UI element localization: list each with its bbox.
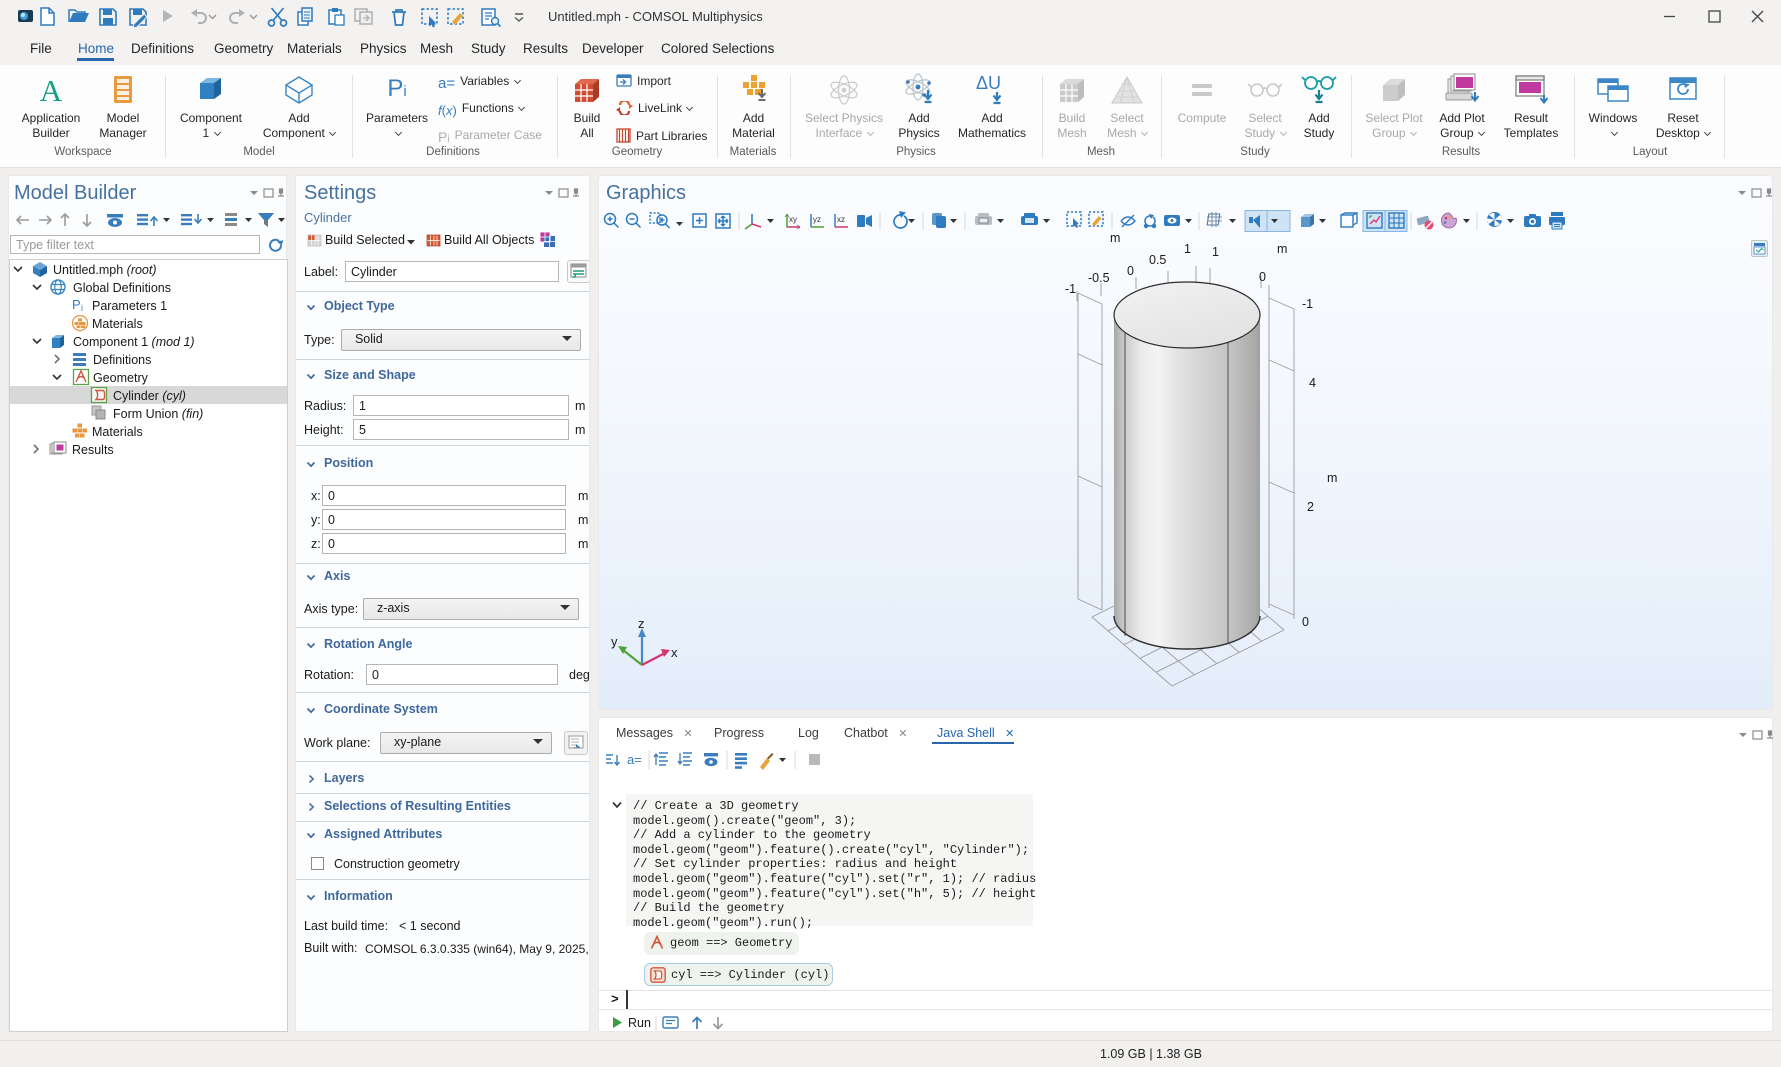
svg-text:a=: a= [627, 752, 642, 767]
svg-text:1: 1 [1184, 242, 1191, 256]
svg-text:0: 0 [1259, 270, 1266, 284]
svg-text:-0.5: -0.5 [1088, 271, 1110, 285]
svg-text:x: x [671, 645, 678, 660]
svg-text:Run: Run [628, 1016, 651, 1030]
svg-text:z: z [638, 616, 645, 631]
svg-text:P: P [72, 297, 81, 312]
svg-text:0: 0 [1127, 264, 1134, 278]
svg-text:0.5: 0.5 [1149, 253, 1166, 267]
svg-text:4: 4 [1309, 376, 1316, 390]
svg-text:-1: -1 [1065, 282, 1076, 296]
svg-text:i: i [81, 303, 83, 313]
svg-text:m: m [1110, 231, 1120, 245]
svg-text:ΔU: ΔU [976, 73, 1001, 93]
svg-text:-1: -1 [1302, 297, 1313, 311]
svg-text:2: 2 [1307, 500, 1314, 514]
svg-text:0: 0 [1302, 615, 1309, 629]
svg-text:m: m [1277, 242, 1287, 256]
svg-text:m: m [1327, 471, 1337, 485]
svg-text:1: 1 [1212, 245, 1219, 259]
svg-text:y: y [611, 634, 618, 649]
